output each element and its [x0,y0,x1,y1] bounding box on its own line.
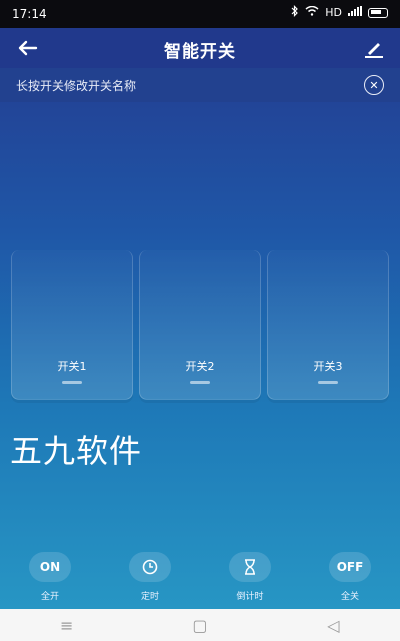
battery-icon [368,7,388,18]
action-label: 定时 [140,592,159,602]
all-on-button[interactable]: ON 全开 [15,540,85,609]
page-title: 智能开关 [164,42,236,62]
app-screen: 智能开关 长按开关修改开关名称 ✕ 开关1 开关2 开关3 五九软件 ON 全开 [0,28,400,609]
menu-icon[interactable]: ≡ [47,616,87,635]
system-nav-bar: ≡ ▢ ◁ [0,609,400,641]
action-label: 全关 [340,592,359,602]
switch-indicator [318,381,338,384]
action-label: 倒计时 [236,592,264,602]
bottom-action-bar: ON 全开 定时 倒计时 OFF 全关 [0,540,400,609]
bluetooth-icon [291,5,299,20]
signal-icon [348,6,362,19]
hourglass-icon [229,552,271,582]
watermark-text: 五九软件 [10,432,143,470]
back-nav-icon[interactable]: ◁ [313,616,353,635]
switch-indicator [190,381,210,384]
all-off-button[interactable]: OFF 全关 [315,540,385,609]
status-time: 17:14 [12,7,47,21]
switch-label: 开关3 [313,360,343,373]
switch-card-3[interactable]: 开关3 [267,250,389,400]
switch-label: 开关2 [185,360,215,373]
home-icon[interactable]: ▢ [180,616,220,635]
switch-card-2[interactable]: 开关2 [139,250,261,400]
timer-button[interactable]: 定时 [115,540,185,609]
switch-indicator [62,381,82,384]
hint-text: 长按开关修改开关名称 [16,79,137,93]
hint-banner: 长按开关修改开关名称 ✕ [0,68,400,102]
app-header: 智能开关 [0,28,400,68]
hd-label: HD [325,6,342,19]
status-icons: HD [291,5,388,20]
switch-label: 开关1 [57,360,87,373]
edit-button[interactable] [360,34,388,62]
switch-card-1[interactable]: 开关1 [11,250,133,400]
wifi-icon [305,5,319,19]
pencil-icon [365,43,383,58]
close-icon[interactable]: ✕ [364,75,384,95]
switch-cards: 开关1 开关2 开关3 [11,250,389,400]
countdown-button[interactable]: 倒计时 [215,540,285,609]
status-bar: 17:14 HD [0,0,400,28]
off-icon: OFF [329,552,371,582]
on-icon: ON [29,552,71,582]
clock-icon [129,552,171,582]
action-label: 全开 [40,592,59,602]
